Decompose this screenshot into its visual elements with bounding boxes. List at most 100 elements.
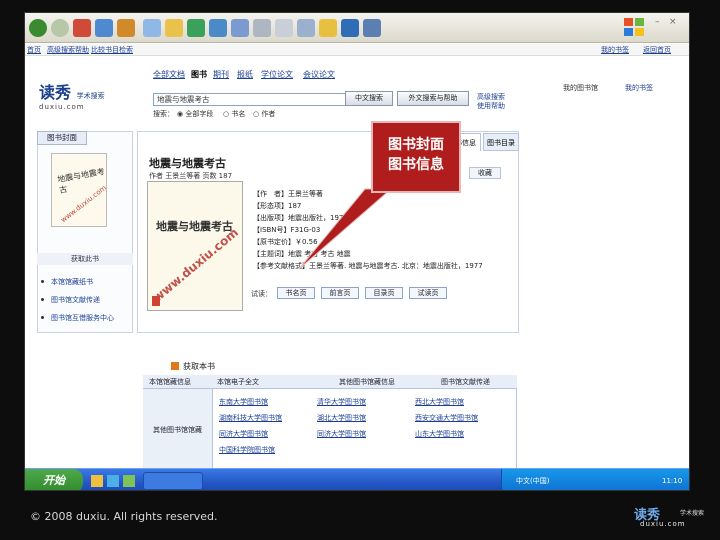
browser-window: – × 首页 高级搜索帮助 比较书目检索 我的书签 返回首页 读秀 学术搜索 d… <box>24 12 690 491</box>
user-link-bookmarks[interactable]: 我的书签 <box>625 83 653 93</box>
try-preface-button[interactable]: 前言页 <box>321 287 359 299</box>
try-title-page-button[interactable]: 书名页 <box>277 287 315 299</box>
callout-box: 图书封面 图书信息 <box>371 121 461 193</box>
col-local-fulltext[interactable]: 本馆电子全文 <box>217 377 259 387</box>
foreign-search-button[interactable]: 外文搜索与帮助 <box>397 91 469 106</box>
tab-book-cover[interactable]: 图书封面 <box>37 131 87 145</box>
help-link[interactable]: 使用帮助 <box>477 101 505 111</box>
taskbar-window-button[interactable] <box>143 472 203 490</box>
search-icon[interactable] <box>143 19 161 37</box>
forward-icon[interactable] <box>51 19 69 37</box>
library-link[interactable]: 山东大学图书馆 <box>415 429 464 439</box>
link-doc-delivery[interactable]: 图书馆文献传递 <box>51 295 100 305</box>
link-return-home[interactable]: 返回首页 <box>643 45 671 55</box>
callout-line-2: 图书信息 <box>388 157 444 173</box>
tray-language[interactable]: 中文(中国) <box>516 469 549 490</box>
library-link[interactable]: 同济大学图书馆 <box>317 429 366 439</box>
windows-logo-icon <box>624 18 644 36</box>
book-title: 地震与地震考古 <box>149 157 226 170</box>
option-title[interactable]: ○ 书名 <box>223 109 245 119</box>
brand-tag: 学术搜索 <box>680 510 705 517</box>
col-other-holdings[interactable]: 其他图书馆藏信息 <box>339 377 395 387</box>
research-icon[interactable] <box>363 19 381 37</box>
quick-launch-icon[interactable] <box>91 475 103 487</box>
link-compare[interactable]: 比较书目检索 <box>91 45 133 55</box>
system-tray: 中文(中国) 11:10 <box>501 469 689 490</box>
edit-icon[interactable] <box>275 19 293 37</box>
library-link[interactable]: 同济大学图书馆 <box>219 429 268 439</box>
search-button[interactable]: 中文搜索 <box>345 91 393 106</box>
tab-newspapers[interactable]: 报纸 <box>237 69 253 80</box>
section-icon <box>171 362 179 370</box>
tab-conferences[interactable]: 会议论文 <box>303 69 335 80</box>
option-title-label: 书名 <box>231 110 246 118</box>
history-icon[interactable] <box>209 19 227 37</box>
bullet-icon <box>41 298 44 301</box>
stop-icon[interactable] <box>73 19 91 37</box>
option-all-fields-label: 全部字段 <box>185 110 214 118</box>
tab-books[interactable]: 图书 <box>191 69 207 80</box>
slide: – × 首页 高级搜索帮助 比较书目检索 我的书签 返回首页 读秀 学术搜索 d… <box>0 0 720 540</box>
try-read-label: 试读： <box>251 290 272 298</box>
refresh-icon[interactable] <box>95 19 113 37</box>
start-label: 开始 <box>43 474 65 487</box>
col-doc-delivery[interactable]: 图书馆文献传递 <box>441 377 490 387</box>
brand-domain: duxiu.com <box>640 520 686 528</box>
link-interlibrary[interactable]: 图书馆互借服务中心 <box>51 313 114 323</box>
try-sample-button[interactable]: 试读页 <box>409 287 447 299</box>
user-link-library[interactable]: 我的图书馆 <box>563 83 598 93</box>
windows-taskbar: 开始 中文(中国) 11:10 <box>25 468 689 490</box>
bullet-icon <box>41 316 44 319</box>
cover-thumbnail[interactable]: 地震与地震考古 www.duxiu.com <box>51 153 108 227</box>
back-icon[interactable] <box>29 19 47 37</box>
option-author-label: 作者 <box>261 110 276 118</box>
option-author[interactable]: ○ 作者 <box>253 109 275 119</box>
search-options-label: 搜索： <box>153 110 174 118</box>
library-link[interactable]: 西北大学图书馆 <box>415 397 464 407</box>
print-icon[interactable] <box>253 19 271 37</box>
get-book-heading: 获取此书 <box>37 253 133 265</box>
library-link[interactable]: 中国科学院图书馆 <box>219 445 275 455</box>
messenger-icon[interactable] <box>341 19 359 37</box>
library-link[interactable]: 清华大学图书馆 <box>317 397 366 407</box>
discuss-icon[interactable] <box>297 19 315 37</box>
mail-icon[interactable] <box>231 19 249 37</box>
brand-logo: 读秀 学术搜索 duxiu.com <box>622 504 706 530</box>
media-icon[interactable] <box>187 19 205 37</box>
copyright-text: © 2008 duxiu. All rights reserved. <box>30 510 218 523</box>
library-link[interactable]: 湖北大学图书馆 <box>317 413 366 423</box>
favorite-button[interactable]: 收藏 <box>469 167 501 179</box>
quick-launch-icon[interactable] <box>107 475 119 487</box>
home-icon[interactable] <box>117 19 135 37</box>
try-toc-button[interactable]: 目录页 <box>365 287 403 299</box>
library-link[interactable]: 东南大学图书馆 <box>219 397 268 407</box>
link-advanced-help[interactable]: 高级搜索帮助 <box>47 45 89 55</box>
col-local-holdings[interactable]: 本馆馆藏信息 <box>149 377 191 387</box>
link-local-print[interactable]: 本馆馆藏纸书 <box>51 277 93 287</box>
library-link[interactable]: 湖南科技大学图书馆 <box>219 413 282 423</box>
option-all-fields[interactable]: ◉ 全部字段 <box>177 109 213 119</box>
search-input[interactable]: 地震与地震考古 <box>153 93 365 106</box>
link-bookmarks[interactable]: 我的书签 <box>601 45 629 55</box>
window-minimize-icon[interactable]: – <box>655 17 660 27</box>
library-table-header: 本馆馆藏信息 本馆电子全文 其他图书馆藏信息 图书馆文献传递 <box>143 375 517 389</box>
tab-all-docs[interactable]: 全部文档 <box>153 69 185 80</box>
tab-theses[interactable]: 学位论文 <box>261 69 293 80</box>
folder-icon[interactable] <box>319 19 337 37</box>
book-cover-large[interactable]: 地震与地震考古 www.duxiu.com <box>147 181 243 311</box>
tab-book-toc[interactable]: 图书目录 <box>483 133 519 151</box>
cover-stamp <box>152 296 160 306</box>
tab-journals[interactable]: 期刊 <box>213 69 229 80</box>
callout-pointer <box>298 188 393 270</box>
callout-line-1: 图书封面 <box>388 137 444 153</box>
window-close-icon[interactable]: × <box>669 17 677 27</box>
library-link[interactable]: 西安交通大学图书馆 <box>415 413 478 423</box>
quick-launch-icon[interactable] <box>123 475 135 487</box>
logo-domain: duxiu.com <box>39 103 85 111</box>
logo-text: 读秀 <box>39 83 72 102</box>
link-bar: 首页 高级搜索帮助 比较书目检索 我的书签 返回首页 <box>25 44 689 56</box>
favorites-icon[interactable] <box>165 19 183 37</box>
start-button[interactable]: 开始 <box>25 469 83 490</box>
site-logo[interactable]: 读秀 学术搜索 duxiu.com <box>39 79 105 111</box>
link-home[interactable]: 首页 <box>27 45 41 55</box>
